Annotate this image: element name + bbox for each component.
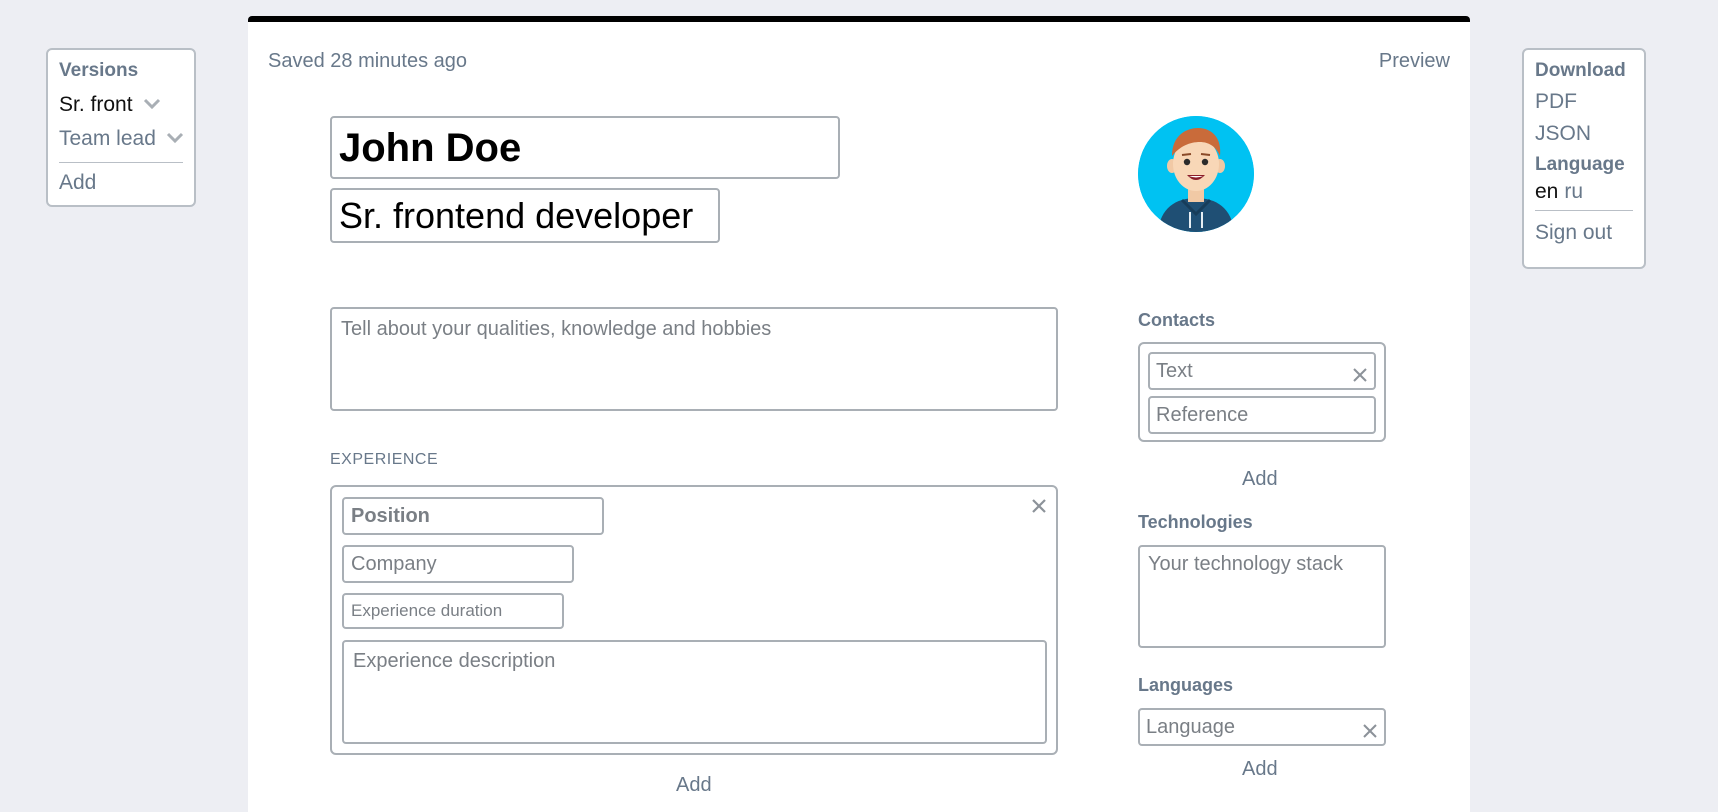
version-item-team-lead[interactable]: Team lead — [59, 122, 183, 156]
position-input[interactable]: Position — [342, 497, 604, 535]
language-ru[interactable]: ru — [1564, 180, 1583, 203]
job-title-input[interactable]: Sr. frontend developer — [330, 188, 720, 243]
close-icon[interactable] — [1352, 364, 1368, 382]
divider — [1535, 210, 1633, 211]
close-icon[interactable] — [1362, 720, 1378, 738]
experience-section-label: EXPERIENCE — [330, 451, 439, 468]
experience-description-textarea[interactable]: Experience description — [342, 640, 1047, 744]
language-input[interactable]: Language — [1138, 708, 1386, 746]
download-title: Download — [1535, 60, 1626, 81]
contact-text-input[interactable]: Text — [1148, 352, 1376, 390]
contact-text-placeholder: Text — [1156, 360, 1193, 382]
version-label: Sr. front — [59, 93, 133, 116]
language-en[interactable]: en — [1535, 180, 1558, 203]
saved-status: Saved 28 minutes ago — [268, 50, 468, 72]
languages-label: Languages — [1138, 675, 1234, 695]
contacts-group: Text Reference — [1138, 342, 1386, 442]
technologies-label: Technologies — [1138, 512, 1253, 532]
add-language-button[interactable]: Add — [1242, 758, 1278, 781]
language-placeholder: Language — [1146, 716, 1235, 738]
chevron-down-icon[interactable] — [143, 98, 160, 112]
divider — [59, 162, 183, 163]
chevron-down-icon[interactable] — [166, 132, 183, 146]
download-json-link[interactable]: JSON — [1535, 118, 1633, 150]
about-textarea[interactable]: Tell about your qualities, knowledge and… — [330, 307, 1058, 411]
preview-button[interactable]: Preview — [1379, 50, 1450, 73]
add-experience-button[interactable]: Add — [676, 774, 712, 797]
versions-title: Versions — [59, 60, 139, 81]
name-input[interactable]: John Doe — [330, 116, 840, 179]
contact-reference-input[interactable]: Reference — [1148, 396, 1376, 434]
add-version-button[interactable]: Add — [59, 171, 183, 195]
company-input[interactable]: Company — [342, 545, 574, 583]
close-icon[interactable] — [1030, 497, 1048, 515]
resume-sheet: Saved 28 minutes ago Preview John Doe Sr… — [248, 16, 1470, 812]
add-contact-button[interactable]: Add — [1242, 468, 1278, 491]
version-item-sr-front[interactable]: Sr. front — [59, 88, 183, 122]
language-switcher: en ru — [1535, 176, 1633, 208]
contacts-label: Contacts — [1138, 310, 1216, 330]
versions-panel: Versions Sr. front Team lead Add — [46, 48, 196, 207]
avatar[interactable] — [1138, 116, 1254, 232]
version-label: Team lead — [59, 127, 156, 150]
download-pdf-link[interactable]: PDF — [1535, 86, 1633, 118]
download-panel: Download PDF JSON Language en ru Sign out — [1522, 48, 1646, 269]
duration-input[interactable]: Experience duration — [342, 593, 564, 629]
language-title: Language — [1535, 154, 1625, 175]
sign-out-button[interactable]: Sign out — [1535, 217, 1633, 249]
technologies-textarea[interactable]: Your technology stack — [1138, 545, 1386, 648]
experience-card: Position Company Experience duration Exp… — [330, 485, 1058, 755]
